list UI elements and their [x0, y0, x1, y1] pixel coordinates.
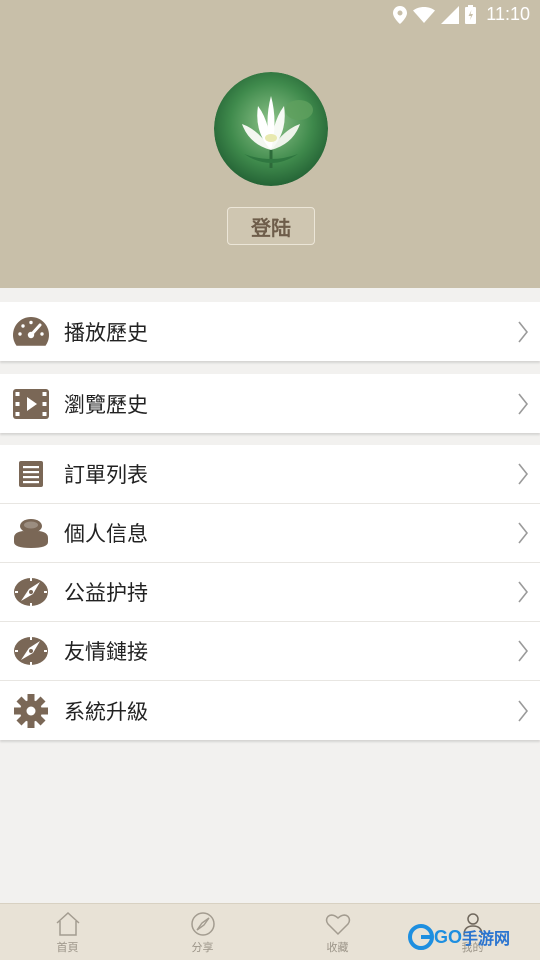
- user-stack-icon: [12, 517, 50, 549]
- tab-home[interactable]: 首頁: [0, 904, 135, 960]
- compass-icon: [12, 576, 50, 608]
- watermark-logo-icon: [408, 924, 434, 950]
- menu-item-friend-links[interactable]: 友情鏈接: [0, 622, 540, 681]
- menu-item-order-list[interactable]: 訂單列表: [0, 445, 540, 504]
- tab-share[interactable]: 分享: [135, 904, 270, 960]
- home-icon: [55, 911, 80, 936]
- share-icon: [190, 911, 215, 936]
- list-icon: [12, 458, 50, 490]
- location-icon: [393, 5, 408, 24]
- chevron-right-icon: [518, 321, 528, 342]
- battery-icon: [465, 5, 477, 24]
- menu-item-label: 系統升級: [64, 699, 148, 724]
- wifi-icon: [413, 6, 436, 23]
- avatar[interactable]: [214, 72, 328, 186]
- speedometer-icon: [12, 316, 50, 348]
- menu-group-account: 訂單列表 個人信息 公益护持 友情鏈接 系統升級: [0, 445, 540, 740]
- video-film-icon: [12, 388, 50, 420]
- tab-favorites[interactable]: 收藏: [270, 904, 405, 960]
- tab-label: 分享: [191, 940, 214, 954]
- menu-item-charity[interactable]: 公益护持: [0, 563, 540, 622]
- menu-item-label: 播放歷史: [64, 320, 148, 345]
- watermark-logo: GO 手游网: [408, 920, 518, 954]
- watermark-text: 手游网: [462, 929, 511, 948]
- menu-group-playback: 播放歷史: [0, 302, 540, 361]
- status-time: 11:10: [486, 4, 530, 24]
- menu-item-label: 瀏覽歷史: [64, 392, 148, 417]
- signal-icon: [441, 5, 460, 24]
- chevron-right-icon: [518, 581, 528, 603]
- login-button[interactable]: 登陆: [227, 207, 315, 245]
- watermark-brand: GO: [434, 926, 463, 947]
- status-bar: 11:10: [0, 0, 540, 28]
- menu-item-label: 個人信息: [64, 522, 148, 546]
- compass-icon: [12, 635, 50, 667]
- menu-item-label: 訂單列表: [64, 463, 148, 487]
- menu-item-label: 公益护持: [64, 581, 148, 605]
- menu-item-label: 友情鏈接: [64, 640, 148, 664]
- menu-item-browse-history[interactable]: 瀏覽歷史: [0, 374, 540, 433]
- chevron-right-icon: [518, 522, 528, 544]
- menu-item-system-upgrade[interactable]: 系統升級: [0, 681, 540, 740]
- heart-icon: [325, 913, 350, 935]
- menu-item-personal-info[interactable]: 個人信息: [0, 504, 540, 563]
- chevron-right-icon: [518, 393, 528, 414]
- chevron-right-icon: [518, 640, 528, 662]
- chevron-right-icon: [518, 463, 528, 485]
- gear-icon: [12, 693, 50, 728]
- menu-item-play-history[interactable]: 播放歷史: [0, 302, 540, 361]
- profile-header: 11:10 登陆: [0, 0, 540, 288]
- tab-label: 收藏: [326, 940, 349, 954]
- menu-group-browse: 瀏覽歷史: [0, 374, 540, 433]
- tab-label: 首頁: [56, 940, 79, 954]
- chevron-right-icon: [518, 700, 528, 721]
